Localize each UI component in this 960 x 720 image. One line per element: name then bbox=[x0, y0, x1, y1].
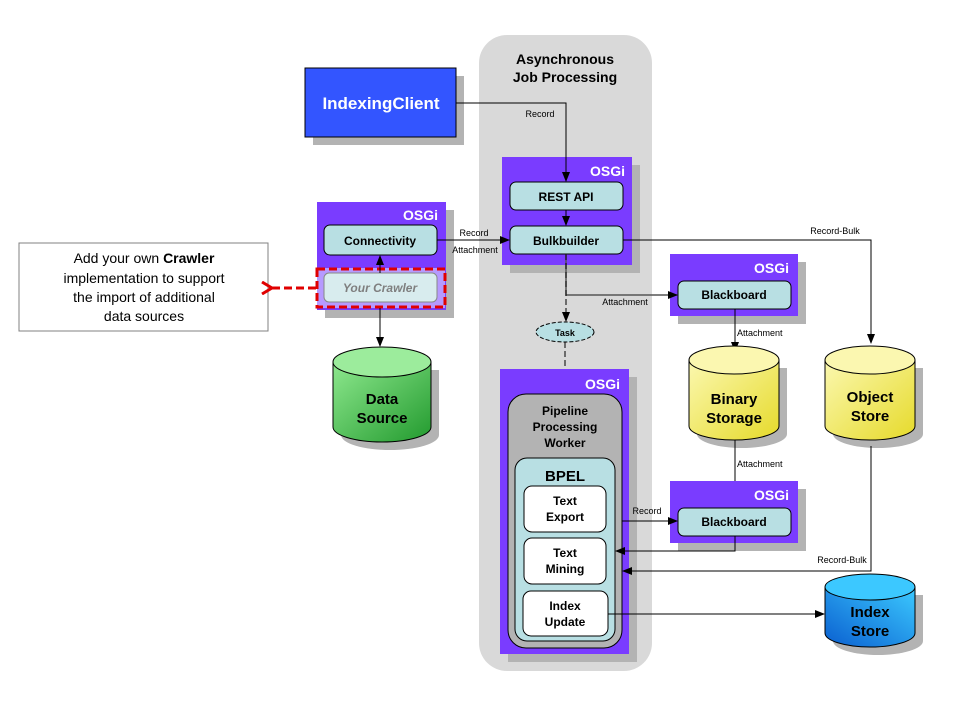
edge-label-record: Record bbox=[525, 109, 554, 119]
blackboard-top-label: Blackboard bbox=[701, 288, 766, 302]
index-store-line2: Store bbox=[851, 623, 889, 640]
edge-label-record-bulk: Record-Bulk bbox=[817, 555, 867, 565]
osgi-label: OSGi bbox=[590, 163, 625, 179]
callout-line3: the import of additional bbox=[73, 289, 215, 305]
step-label: Text bbox=[553, 546, 577, 560]
indexing-client-label: IndexingClient bbox=[322, 94, 439, 113]
connectivity-label: Connectivity bbox=[344, 234, 416, 248]
step-label: Mining bbox=[546, 562, 585, 576]
pipeline-osgi-container: OSGi Pipeline Processing Worker BPEL Tex… bbox=[500, 369, 637, 662]
rest-api-label: REST API bbox=[539, 190, 594, 204]
indexing-client-box[interactable]: IndexingClient bbox=[304, 67, 464, 145]
task-node[interactable]: Task bbox=[535, 321, 595, 343]
data-source-line2: Source bbox=[357, 410, 408, 427]
callout-line4: data sources bbox=[104, 308, 184, 324]
pipeline-title-line3: Worker bbox=[544, 436, 585, 450]
object-store-line1: Object bbox=[847, 389, 894, 406]
step-index-update[interactable] bbox=[522, 590, 609, 637]
api-osgi-container: OSGi REST API Bulkbuilder bbox=[502, 157, 640, 273]
edge-label-record-bulk: Record-Bulk bbox=[810, 226, 860, 236]
crawler-callout: Add your own Crawler implementation to s… bbox=[18, 242, 316, 332]
step-label: Update bbox=[545, 615, 586, 629]
step-label: Text bbox=[553, 494, 577, 508]
osgi-label: OSGi bbox=[754, 487, 789, 503]
step-text-export[interactable] bbox=[523, 485, 607, 533]
async-title-line2: Job Processing bbox=[513, 69, 617, 85]
blackboard-bottom-osgi-container: OSGi Blackboard bbox=[670, 481, 806, 551]
osgi-label: OSGi bbox=[585, 376, 620, 392]
callout-line1: Add your own Crawler bbox=[74, 250, 215, 266]
async-title-line1: Asynchronous bbox=[516, 51, 614, 67]
blackboard-top-osgi-container: OSGi Blackboard bbox=[670, 254, 806, 324]
step-text-mining[interactable] bbox=[523, 537, 607, 585]
data-source-store[interactable]: Data Source bbox=[332, 346, 439, 450]
index-store-store[interactable]: Index Store bbox=[824, 573, 923, 655]
your-crawler-label: Your Crawler bbox=[343, 281, 419, 295]
edge-label-attachment: Attachment bbox=[737, 459, 783, 469]
bpel-label: BPEL bbox=[545, 468, 585, 485]
task-label: Task bbox=[555, 328, 576, 338]
pipeline-title-line1: Pipeline bbox=[542, 404, 588, 418]
callout-line2: implementation to support bbox=[63, 270, 224, 286]
binary-storage-line2: Storage bbox=[706, 410, 762, 427]
architecture-diagram: Asynchronous Job Processing IndexingClie… bbox=[18, 35, 923, 671]
pipeline-title-line2: Processing bbox=[533, 420, 598, 434]
osgi-label: OSGi bbox=[403, 207, 438, 223]
step-label: Export bbox=[546, 510, 584, 524]
object-store-line2: Store bbox=[851, 408, 889, 425]
step-label: Index bbox=[549, 599, 581, 613]
data-source-line1: Data bbox=[366, 391, 399, 408]
edge-label-attachment: Attachment bbox=[737, 328, 783, 338]
binary-storage-store[interactable]: Binary Storage bbox=[688, 345, 787, 448]
bulkbuilder-label: Bulkbuilder bbox=[533, 234, 599, 248]
edge-label-record: Record bbox=[459, 228, 488, 238]
index-store-line1: Index bbox=[850, 604, 890, 621]
binary-storage-line1: Binary bbox=[711, 391, 758, 408]
crawler-osgi-container: OSGi Connectivity Your Crawler bbox=[315, 202, 454, 318]
object-store-store[interactable]: Object Store bbox=[824, 345, 923, 448]
edge-label-record: Record bbox=[632, 506, 661, 516]
blackboard-bottom-label: Blackboard bbox=[701, 515, 766, 529]
edge-label-attachment: Attachment bbox=[602, 297, 648, 307]
osgi-label: OSGi bbox=[754, 260, 789, 276]
edge-label-attachment: Attachment bbox=[452, 245, 498, 255]
